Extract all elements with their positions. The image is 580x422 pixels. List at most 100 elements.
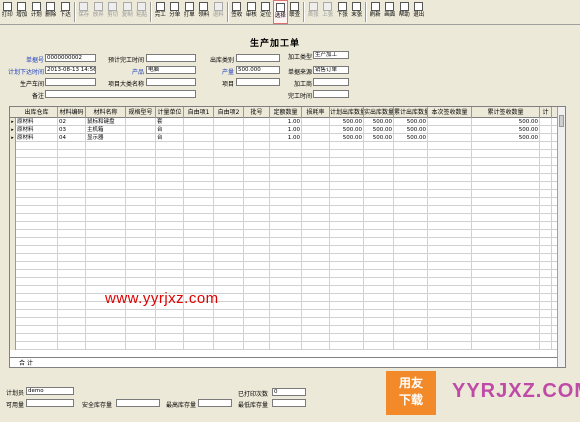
- table-cell[interactable]: [540, 254, 552, 262]
- table-cell[interactable]: [364, 206, 394, 214]
- table-cell[interactable]: [126, 222, 156, 230]
- processor-field[interactable]: [313, 78, 349, 86]
- table-cell[interactable]: [540, 342, 552, 350]
- table-cell[interactable]: [184, 318, 214, 326]
- table-cell[interactable]: [58, 182, 86, 190]
- table-cell[interactable]: [156, 230, 184, 238]
- table-cell[interactable]: [394, 206, 428, 214]
- table-cell[interactable]: [364, 246, 394, 254]
- table-cell[interactable]: [330, 262, 364, 270]
- table-cell[interactable]: [86, 142, 126, 150]
- table-cell[interactable]: [364, 174, 394, 182]
- table-cell[interactable]: [540, 334, 552, 342]
- table-cell[interactable]: [428, 302, 472, 310]
- table-cell[interactable]: [270, 342, 302, 350]
- table-cell[interactable]: 500.00: [394, 126, 428, 134]
- table-cell[interactable]: [184, 166, 214, 174]
- table-cell[interactable]: [156, 310, 184, 318]
- table-cell[interactable]: [302, 214, 330, 222]
- table-cell[interactable]: [428, 294, 472, 302]
- table-cell[interactable]: [16, 286, 58, 294]
- table-cell[interactable]: [428, 326, 472, 334]
- column-header[interactable]: 计划出库数量: [330, 107, 364, 118]
- table-cell[interactable]: [270, 334, 302, 342]
- table-cell[interactable]: [126, 310, 156, 318]
- table-row[interactable]: [10, 270, 565, 278]
- table-cell[interactable]: [86, 230, 126, 238]
- table-cell[interactable]: [472, 150, 540, 158]
- table-cell[interactable]: [126, 206, 156, 214]
- table-cell[interactable]: [330, 278, 364, 286]
- table-cell[interactable]: [330, 214, 364, 222]
- table-row[interactable]: [10, 318, 565, 326]
- table-cell[interactable]: [330, 294, 364, 302]
- table-cell[interactable]: [330, 342, 364, 350]
- table-cell[interactable]: [214, 142, 244, 150]
- table-cell[interactable]: [270, 166, 302, 174]
- table-cell[interactable]: [428, 190, 472, 198]
- table-cell[interactable]: [184, 230, 214, 238]
- table-cell[interactable]: [472, 262, 540, 270]
- table-cell[interactable]: 03: [58, 126, 86, 134]
- table-cell[interactable]: [58, 318, 86, 326]
- table-cell[interactable]: [86, 214, 126, 222]
- table-cell[interactable]: [540, 326, 552, 334]
- table-cell[interactable]: [302, 230, 330, 238]
- table-cell[interactable]: [270, 270, 302, 278]
- column-header[interactable]: 自由项2: [214, 107, 244, 118]
- table-cell[interactable]: [214, 270, 244, 278]
- table-cell[interactable]: 原材料: [16, 118, 58, 126]
- column-header[interactable]: 累计签收数量: [472, 107, 540, 118]
- table-cell[interactable]: [184, 238, 214, 246]
- table-cell[interactable]: [330, 310, 364, 318]
- order-no-field[interactable]: 0000000002: [45, 54, 96, 62]
- table-cell[interactable]: [540, 142, 552, 150]
- table-cell[interactable]: [184, 334, 214, 342]
- table-cell[interactable]: [364, 166, 394, 174]
- table-cell[interactable]: [428, 270, 472, 278]
- table-cell[interactable]: [126, 230, 156, 238]
- table-cell[interactable]: [540, 246, 552, 254]
- table-cell[interactable]: [58, 166, 86, 174]
- table-cell[interactable]: [540, 278, 552, 286]
- table-cell[interactable]: [16, 262, 58, 270]
- table-cell[interactable]: [394, 214, 428, 222]
- table-cell[interactable]: [540, 294, 552, 302]
- table-cell[interactable]: [214, 166, 244, 174]
- table-cell[interactable]: [428, 230, 472, 238]
- toolbar-button-15[interactable]: 签收: [230, 0, 245, 24]
- table-cell[interactable]: [156, 150, 184, 158]
- table-cell[interactable]: [244, 262, 270, 270]
- table-cell[interactable]: [214, 134, 244, 142]
- table-cell[interactable]: [126, 150, 156, 158]
- table-cell[interactable]: [126, 278, 156, 286]
- table-cell[interactable]: [364, 190, 394, 198]
- table-cell[interactable]: [126, 262, 156, 270]
- table-cell[interactable]: [330, 166, 364, 174]
- available-field[interactable]: [26, 399, 74, 407]
- table-cell[interactable]: [302, 254, 330, 262]
- table-cell[interactable]: [364, 230, 394, 238]
- table-cell[interactable]: [428, 238, 472, 246]
- table-cell[interactable]: [244, 222, 270, 230]
- table-cell[interactable]: [428, 182, 472, 190]
- table-cell[interactable]: [540, 302, 552, 310]
- table-row[interactable]: [10, 238, 565, 246]
- table-cell[interactable]: [540, 222, 552, 230]
- table-row[interactable]: [10, 190, 565, 198]
- table-cell[interactable]: [86, 270, 126, 278]
- table-cell[interactable]: [244, 142, 270, 150]
- table-cell[interactable]: [428, 126, 472, 134]
- table-cell[interactable]: [540, 230, 552, 238]
- table-cell[interactable]: [184, 134, 214, 142]
- table-cell[interactable]: [16, 198, 58, 206]
- table-cell[interactable]: [16, 270, 58, 278]
- table-cell[interactable]: [428, 246, 472, 254]
- table-row[interactable]: [10, 246, 565, 254]
- table-cell[interactable]: [156, 342, 184, 350]
- table-cell[interactable]: [16, 150, 58, 158]
- table-cell[interactable]: [244, 182, 270, 190]
- column-header[interactable]: 实出库数量: [364, 107, 394, 118]
- table-cell[interactable]: [270, 302, 302, 310]
- out-type-field[interactable]: [236, 54, 280, 62]
